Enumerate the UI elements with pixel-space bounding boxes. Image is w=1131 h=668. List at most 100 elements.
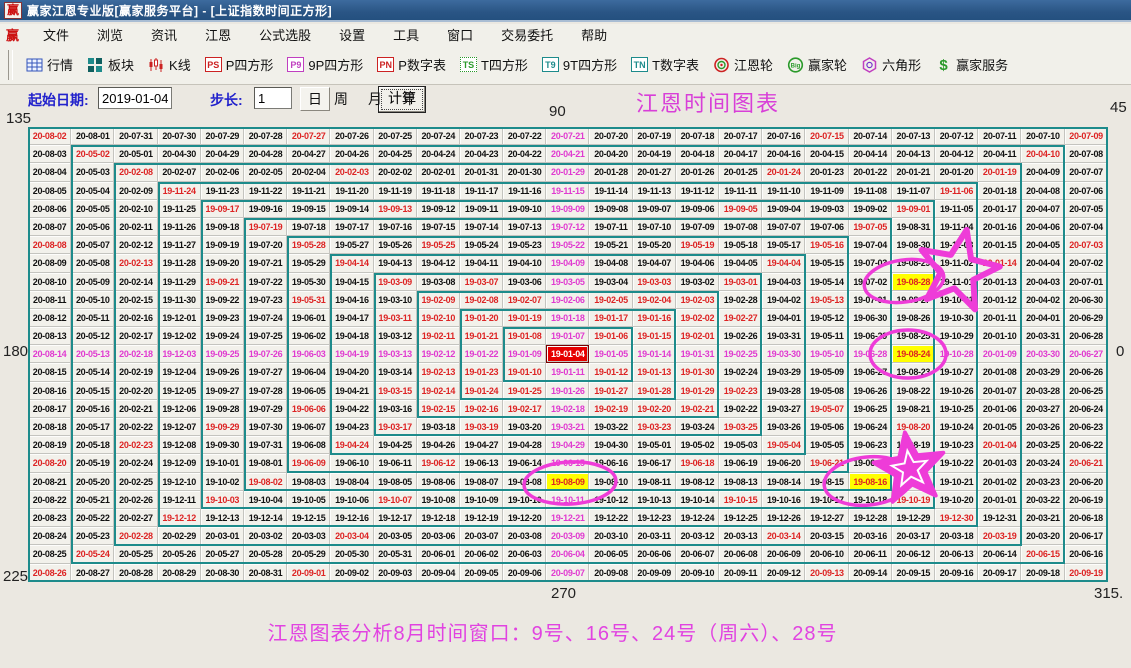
date-cell[interactable]: 19-06-07 — [287, 418, 330, 436]
date-cell[interactable]: 19-07-11 — [589, 218, 632, 236]
date-cell[interactable]: 20-04-07 — [1021, 200, 1064, 218]
date-cell[interactable]: 20-04-19 — [633, 145, 676, 163]
date-cell[interactable]: 20-01-27 — [633, 163, 676, 181]
date-cell[interactable]: 20-03-22 — [1021, 491, 1064, 509]
date-cell[interactable]: 19-03-26 — [762, 418, 805, 436]
date-cell[interactable]: 20-06-01 — [417, 545, 460, 563]
date-cell[interactable]: 19-12-15 — [287, 509, 330, 527]
date-cell[interactable]: 20-07-17 — [719, 127, 762, 145]
date-cell[interactable]: 20-08-09 — [28, 254, 71, 272]
date-cell[interactable]: 20-01-09 — [978, 345, 1021, 363]
date-cell[interactable]: 19-03-30 — [762, 345, 805, 363]
date-cell[interactable]: 20-08-14 — [28, 345, 71, 363]
date-cell[interactable]: 20-05-23 — [71, 527, 114, 545]
date-cell[interactable]: 19-01-14 — [633, 345, 676, 363]
date-cell[interactable]: 19-07-31 — [244, 436, 287, 454]
date-cell[interactable]: 19-01-24 — [460, 382, 503, 400]
date-cell[interactable]: 20-01-01 — [978, 491, 1021, 509]
date-cell[interactable]: 20-08-21 — [28, 473, 71, 491]
date-cell[interactable]: 19-04-27 — [460, 436, 503, 454]
date-cell[interactable]: 19-09-28 — [201, 400, 244, 418]
date-cell[interactable]: 19-01-28 — [633, 382, 676, 400]
date-cell[interactable]: 19-09-23 — [201, 309, 244, 327]
date-cell[interactable]: 19-10-09 — [460, 491, 503, 509]
date-cell[interactable]: 19-12-08 — [158, 436, 201, 454]
date-cell[interactable]: 20-07-21 — [546, 127, 589, 145]
date-cell[interactable]: 19-07-02 — [849, 273, 892, 291]
date-cell[interactable]: 19-12-13 — [201, 509, 244, 527]
date-cell[interactable]: 19-03-05 — [546, 273, 589, 291]
date-cell[interactable]: 19-12-11 — [158, 491, 201, 509]
date-cell[interactable]: 20-02-02 — [374, 163, 417, 181]
date-cell[interactable]: 19-10-28 — [935, 345, 978, 363]
menu-item[interactable]: 江恩 — [191, 23, 245, 46]
date-cell[interactable]: 20-04-12 — [935, 145, 978, 163]
date-cell[interactable]: 19-09-29 — [201, 418, 244, 436]
date-cell[interactable]: 19-02-12 — [417, 345, 460, 363]
date-cell[interactable]: 20-01-28 — [589, 163, 632, 181]
date-cell[interactable]: 19-09-16 — [244, 200, 287, 218]
date-cell[interactable]: 20-05-11 — [71, 309, 114, 327]
date-cell[interactable]: 20-02-25 — [114, 473, 157, 491]
date-cell[interactable]: 20-04-01 — [1021, 309, 1064, 327]
date-cell[interactable]: 19-05-11 — [805, 327, 848, 345]
date-cell[interactable]: 20-06-29 — [1065, 309, 1108, 327]
date-cell[interactable]: 20-04-06 — [1021, 218, 1064, 236]
date-cell[interactable]: 20-01-15 — [978, 236, 1021, 254]
date-cell[interactable]: 19-02-06 — [546, 291, 589, 309]
date-cell[interactable]: 20-07-06 — [1065, 182, 1108, 200]
date-cell[interactable]: 20-01-04 — [978, 436, 1021, 454]
date-cell[interactable]: 20-03-19 — [978, 527, 1021, 545]
date-cell[interactable]: 20-08-22 — [28, 491, 71, 509]
date-cell[interactable]: 20-05-07 — [71, 236, 114, 254]
date-cell[interactable]: 19-03-22 — [589, 418, 632, 436]
date-cell[interactable]: 20-02-07 — [158, 163, 201, 181]
date-cell[interactable]: 19-03-04 — [589, 273, 632, 291]
date-cell[interactable]: 19-04-22 — [330, 400, 373, 418]
date-cell[interactable]: 19-09-19 — [201, 236, 244, 254]
date-cell[interactable]: 20-06-24 — [1065, 400, 1108, 418]
date-cell[interactable]: 20-02-27 — [114, 509, 157, 527]
date-cell[interactable]: 19-02-20 — [633, 400, 676, 418]
date-cell[interactable]: 19-01-21 — [460, 327, 503, 345]
date-cell[interactable]: 19-11-25 — [158, 200, 201, 218]
date-cell[interactable]: 19-03-01 — [719, 273, 762, 291]
date-cell[interactable]: 19-04-29 — [546, 436, 589, 454]
date-cell[interactable]: 19-06-10 — [330, 454, 373, 472]
date-cell[interactable]: 19-11-15 — [546, 182, 589, 200]
date-cell[interactable]: 19-08-03 — [287, 473, 330, 491]
date-cell[interactable]: 19-12-06 — [158, 400, 201, 418]
date-cell[interactable]: 19-10-24 — [935, 418, 978, 436]
date-cell[interactable]: 19-07-29 — [244, 400, 287, 418]
date-cell[interactable]: 19-03-27 — [762, 400, 805, 418]
date-cell[interactable]: 20-05-04 — [71, 182, 114, 200]
date-cell[interactable]: 20-09-12 — [762, 564, 805, 582]
date-cell[interactable]: 20-06-17 — [1065, 527, 1108, 545]
date-cell[interactable]: 20-01-23 — [805, 163, 848, 181]
date-cell[interactable]: 20-08-17 — [28, 400, 71, 418]
date-cell[interactable]: 19-09-10 — [503, 200, 546, 218]
date-cell[interactable]: 19-04-26 — [417, 436, 460, 454]
date-cell[interactable]: 19-07-01 — [849, 291, 892, 309]
date-cell[interactable]: 20-06-09 — [762, 545, 805, 563]
menu-item[interactable]: 文件 — [29, 23, 83, 46]
date-cell[interactable]: 19-04-21 — [330, 382, 373, 400]
window-date-cell[interactable]: 19-08-28 — [892, 273, 935, 291]
date-cell[interactable]: 19-06-08 — [287, 436, 330, 454]
date-cell[interactable]: 19-07-26 — [244, 345, 287, 363]
date-cell[interactable]: 20-01-16 — [978, 218, 1021, 236]
date-cell[interactable]: 19-05-20 — [633, 236, 676, 254]
date-cell[interactable]: 19-02-14 — [417, 382, 460, 400]
date-cell[interactable]: 19-08-04 — [330, 473, 373, 491]
date-cell[interactable]: 19-03-24 — [676, 418, 719, 436]
date-cell[interactable]: 19-12-26 — [762, 509, 805, 527]
date-cell[interactable]: 19-03-18 — [417, 418, 460, 436]
date-cell[interactable]: 20-03-28 — [1021, 382, 1064, 400]
date-cell[interactable]: 19-11-19 — [374, 182, 417, 200]
toolbar-button[interactable]: TNT数字表 — [624, 52, 706, 77]
date-cell[interactable]: 20-02-22 — [114, 418, 157, 436]
date-cell[interactable]: 19-09-30 — [201, 436, 244, 454]
period-option[interactable]: 日 — [300, 87, 330, 111]
date-cell[interactable]: 19-08-10 — [589, 473, 632, 491]
date-cell[interactable]: 20-05-05 — [71, 200, 114, 218]
